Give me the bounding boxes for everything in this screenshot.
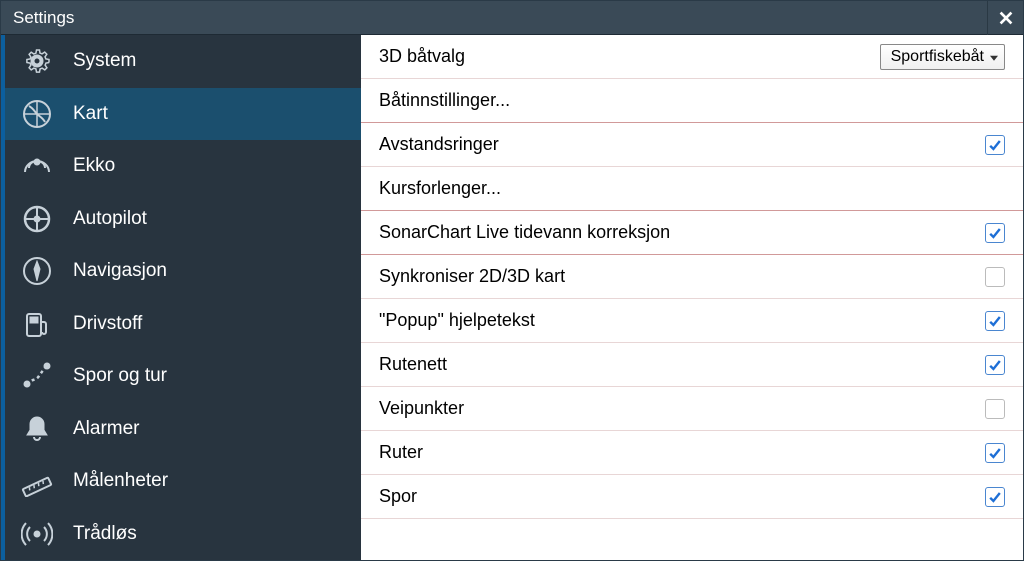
sidebar-item-label: Navigasjon bbox=[73, 260, 167, 282]
dropdown-boat3d[interactable]: Sportfiskebåt bbox=[880, 44, 1005, 70]
setting-row-ruter: Ruter bbox=[361, 431, 1023, 475]
titlebar: Settings bbox=[1, 1, 1023, 35]
setting-label: Spor bbox=[379, 486, 985, 507]
check-icon bbox=[987, 489, 1003, 505]
sidebar-item-label: Autopilot bbox=[73, 208, 147, 230]
setting-label: Kursforlenger... bbox=[379, 178, 1005, 199]
setting-row-courseext[interactable]: Kursforlenger... bbox=[361, 167, 1023, 211]
setting-label: SonarChart Live tidevann korreksjon bbox=[379, 222, 985, 243]
sidebar-item-label: Ekko bbox=[73, 155, 115, 177]
check-icon bbox=[987, 445, 1003, 461]
settings-window: Settings System Kart Ekko Autopilot Navigasj… bbox=[0, 0, 1024, 561]
wheel-icon bbox=[19, 201, 55, 237]
settings-content: 3D båtvalgSportfiskebåt Båtinnstillinger.… bbox=[361, 35, 1023, 560]
check-icon bbox=[987, 357, 1003, 373]
sidebar-item-navigasjon[interactable]: Navigasjon bbox=[5, 245, 361, 298]
setting-label: Synkroniser 2D/3D kart bbox=[379, 266, 985, 287]
setting-row-rangerings: Avstandsringer bbox=[361, 123, 1023, 167]
check-icon bbox=[987, 137, 1003, 153]
sidebar-item-label: Kart bbox=[73, 103, 108, 125]
sidebar-item-system[interactable]: System bbox=[5, 35, 361, 88]
checkbox-sonartide[interactable] bbox=[985, 223, 1005, 243]
setting-row-boat3d: 3D båtvalgSportfiskebåt bbox=[361, 35, 1023, 79]
sonar-icon bbox=[19, 148, 55, 184]
setting-row-spor: Spor bbox=[361, 475, 1023, 519]
check-icon bbox=[987, 313, 1003, 329]
sidebar-item-label: Målenheter bbox=[73, 470, 168, 492]
checkbox-spor[interactable] bbox=[985, 487, 1005, 507]
fuel-icon bbox=[19, 306, 55, 342]
sidebar-item-label: Trådløs bbox=[73, 523, 137, 545]
setting-label: Veipunkter bbox=[379, 398, 985, 419]
setting-row-boatsettings[interactable]: Båtinnstillinger... bbox=[361, 79, 1023, 123]
chart-icon bbox=[19, 96, 55, 132]
setting-label: 3D båtvalg bbox=[379, 46, 880, 67]
checkbox-sync2d3d[interactable] bbox=[985, 267, 1005, 287]
close-icon bbox=[997, 9, 1015, 27]
setting-row-sonartide: SonarChart Live tidevann korreksjon bbox=[361, 211, 1023, 255]
checkbox-rutenett[interactable] bbox=[985, 355, 1005, 375]
sidebar-item-label: System bbox=[73, 50, 136, 72]
check-icon bbox=[987, 225, 1003, 241]
sidebar: System Kart Ekko Autopilot Navigasjon Drivsto… bbox=[1, 35, 361, 560]
sidebar-item-kart[interactable]: Kart bbox=[5, 88, 361, 141]
track-icon bbox=[19, 358, 55, 394]
sidebar-item-malenheter[interactable]: Målenheter bbox=[5, 455, 361, 508]
sidebar-item-alarmer[interactable]: Alarmer bbox=[5, 403, 361, 456]
sidebar-item-label: Spor og tur bbox=[73, 365, 167, 387]
setting-row-popup: "Popup" hjelpetekst bbox=[361, 299, 1023, 343]
sidebar-item-spor[interactable]: Spor og tur bbox=[5, 350, 361, 403]
gear-icon bbox=[19, 43, 55, 79]
checkbox-rangerings[interactable] bbox=[985, 135, 1005, 155]
checkbox-ruter[interactable] bbox=[985, 443, 1005, 463]
bell-icon bbox=[19, 411, 55, 447]
sidebar-item-label: Drivstoff bbox=[73, 313, 142, 335]
checkbox-popup[interactable] bbox=[985, 311, 1005, 331]
window-title: Settings bbox=[13, 8, 74, 28]
checkbox-veipunkter[interactable] bbox=[985, 399, 1005, 419]
setting-row-veipunkter: Veipunkter bbox=[361, 387, 1023, 431]
body-area: System Kart Ekko Autopilot Navigasjon Drivsto… bbox=[1, 35, 1023, 560]
sidebar-item-tradlos[interactable]: Trådløs bbox=[5, 508, 361, 561]
sidebar-item-ekko[interactable]: Ekko bbox=[5, 140, 361, 193]
setting-label: Rutenett bbox=[379, 354, 985, 375]
close-button[interactable] bbox=[987, 1, 1023, 35]
sidebar-item-drivstoff[interactable]: Drivstoff bbox=[5, 298, 361, 351]
setting-row-sync2d3d: Synkroniser 2D/3D kart bbox=[361, 255, 1023, 299]
sidebar-item-label: Alarmer bbox=[73, 418, 140, 440]
setting-label: Avstandsringer bbox=[379, 134, 985, 155]
setting-label: Båtinnstillinger... bbox=[379, 90, 1005, 111]
setting-label: Ruter bbox=[379, 442, 985, 463]
wireless-icon bbox=[19, 516, 55, 552]
compass-icon bbox=[19, 253, 55, 289]
sidebar-item-autopilot[interactable]: Autopilot bbox=[5, 193, 361, 246]
ruler-icon bbox=[19, 463, 55, 499]
setting-row-rutenett: Rutenett bbox=[361, 343, 1023, 387]
setting-label: "Popup" hjelpetekst bbox=[379, 310, 985, 331]
